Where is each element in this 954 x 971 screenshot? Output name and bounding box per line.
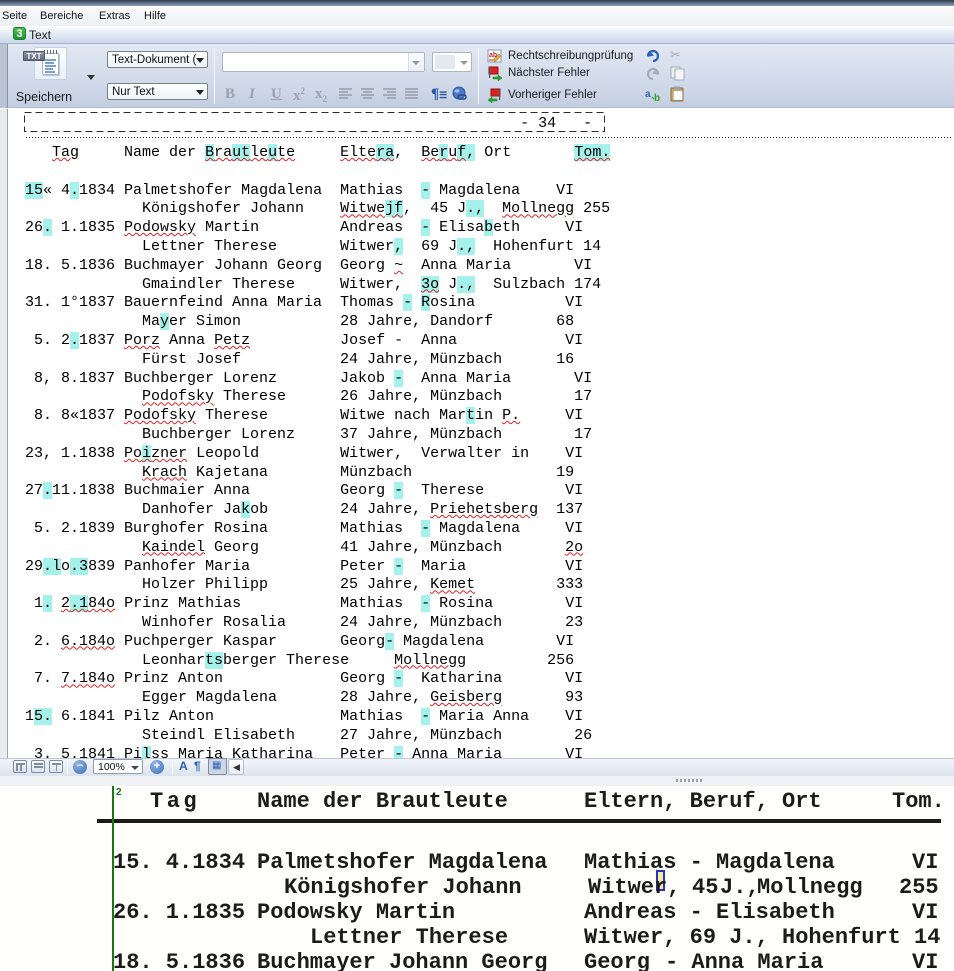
svg-text:b: b <box>654 93 660 103</box>
svg-text:a: a <box>645 89 651 100</box>
